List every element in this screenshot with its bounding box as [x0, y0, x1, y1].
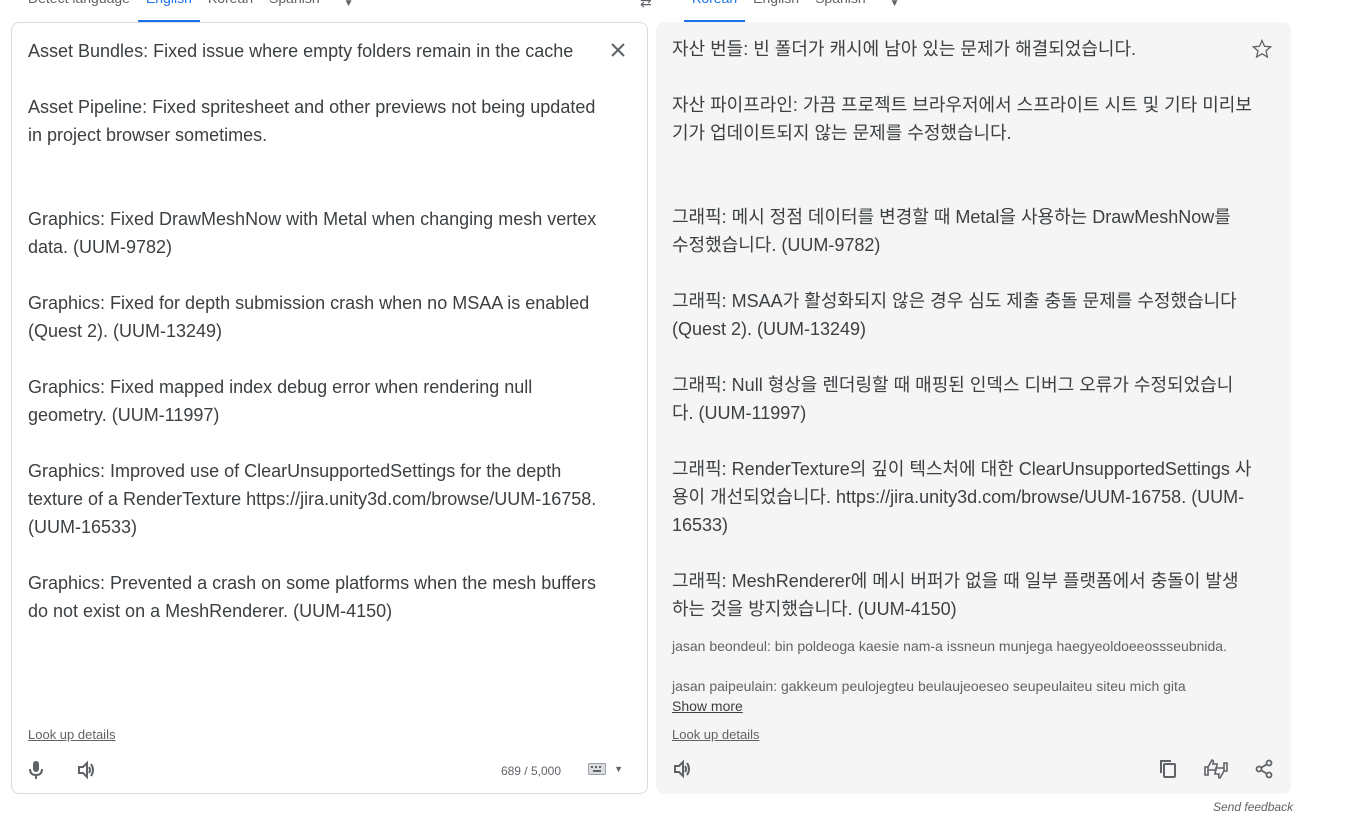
- tab-target-english[interactable]: English: [753, 0, 799, 22]
- show-more-link[interactable]: Show more: [672, 698, 743, 714]
- source-lookup-details-link[interactable]: Look up details: [28, 727, 115, 742]
- tab-source-korean[interactable]: Korean: [208, 0, 253, 22]
- share-icon[interactable]: [1249, 758, 1279, 780]
- romanization-text: jasan beondeul: bin poldeoga kaesie nam-…: [672, 638, 1227, 694]
- target-language-dropdown-icon[interactable]: ▼: [890, 0, 900, 16]
- target-language-bar: Korean English Spanish ▼: [683, 0, 900, 22]
- speaker-icon[interactable]: [672, 758, 720, 780]
- keyboard-icon: [588, 763, 607, 775]
- target-panel: 자산 번들: 빈 폴더가 캐시에 남아 있는 문제가 해결되었습니다. 자산 파…: [656, 22, 1291, 794]
- source-toolbar: [28, 759, 124, 781]
- translated-text: 자산 번들: 빈 폴더가 캐시에 남아 있는 문제가 해결되었습니다. 자산 파…: [672, 39, 1252, 619]
- source-panel: Asset Bundles: Fixed issue where empty f…: [11, 22, 648, 794]
- character-count: 689 / 5,000: [500, 764, 561, 778]
- keyboard-input-button[interactable]: ▼: [588, 763, 623, 775]
- send-feedback-link[interactable]: Send feedback: [1213, 800, 1293, 814]
- thumbs-rating-icon[interactable]: [1201, 758, 1231, 780]
- tab-detect-language[interactable]: Detect language: [28, 0, 130, 22]
- tab-source-spanish[interactable]: Spanish: [269, 0, 320, 22]
- close-icon[interactable]: [607, 39, 629, 61]
- source-language-bar: Detect language English Korean Spanish ▼: [28, 0, 354, 22]
- copy-icon[interactable]: [1153, 758, 1183, 780]
- tab-target-spanish[interactable]: Spanish: [815, 0, 866, 22]
- source-language-dropdown-icon[interactable]: ▼: [344, 0, 354, 16]
- source-text-input[interactable]: Asset Bundles: Fixed issue where empty f…: [28, 37, 608, 625]
- star-icon[interactable]: [1251, 38, 1273, 60]
- swap-icon[interactable]: ⇄: [640, 0, 652, 11]
- target-action-icons: [1153, 758, 1279, 780]
- target-lookup-details-link[interactable]: Look up details: [672, 727, 759, 742]
- keyboard-dropdown-icon[interactable]: ▼: [614, 764, 623, 774]
- tab-target-korean[interactable]: Korean: [683, 0, 746, 22]
- microphone-icon[interactable]: [28, 759, 76, 781]
- tab-source-english[interactable]: English: [137, 0, 200, 22]
- target-toolbar: [672, 758, 720, 780]
- speaker-icon[interactable]: [76, 759, 124, 781]
